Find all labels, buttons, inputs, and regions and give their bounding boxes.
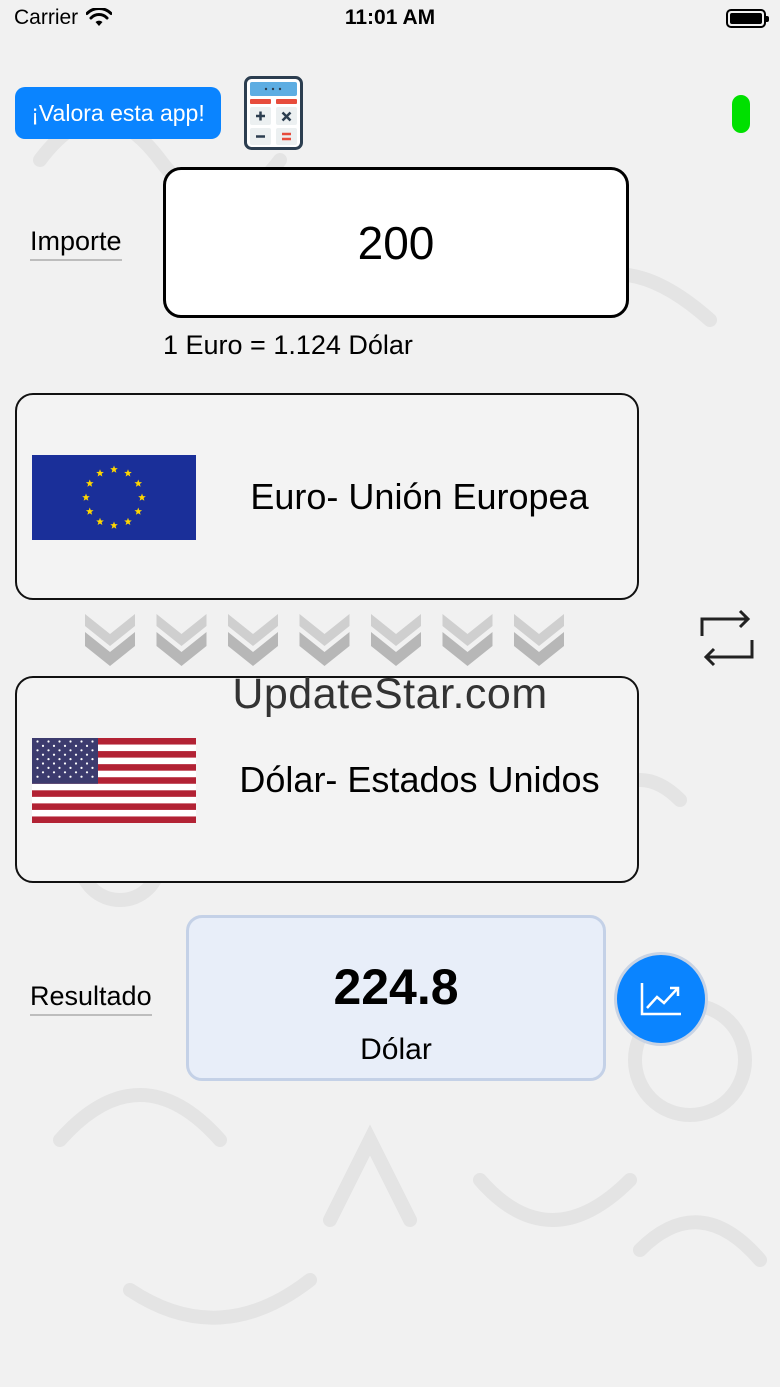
result-label[interactable]: Resultado bbox=[30, 981, 152, 1016]
chevron-down-icon bbox=[85, 614, 135, 666]
swap-icon[interactable] bbox=[698, 607, 756, 669]
result-value: 224.8 bbox=[333, 959, 459, 1015]
amount-input[interactable]: 200 bbox=[163, 167, 629, 318]
amount-label[interactable]: Importe bbox=[30, 226, 122, 261]
status-time: 11:01 AM bbox=[344, 6, 436, 29]
rate-app-button[interactable]: ¡Valora esta app! bbox=[15, 87, 221, 139]
chevron-down-icon bbox=[442, 614, 493, 666]
exchange-rate-text: 1 Euro = 1.124 Dólar bbox=[163, 330, 413, 360]
battery-icon bbox=[726, 9, 769, 28]
from-currency-name: Euro- Unión Europea bbox=[250, 475, 589, 517]
chevron-down-icon bbox=[156, 614, 207, 666]
chart-button[interactable] bbox=[614, 952, 708, 1046]
result-display: 224.8 Dólar bbox=[186, 915, 606, 1081]
watermark: UpdateStar.com bbox=[232, 670, 548, 718]
chevron-down-icon bbox=[228, 614, 278, 666]
status-bar: Carrier 11:01 AM bbox=[0, 0, 780, 40]
chevron-down-icon bbox=[299, 614, 350, 666]
trend-chart-icon bbox=[640, 983, 681, 1016]
from-currency-selector[interactable]: Euro- Unión Europea bbox=[15, 393, 639, 600]
status-indicator bbox=[732, 95, 750, 133]
conversion-direction-arrows bbox=[85, 614, 564, 666]
us-flag-icon bbox=[32, 738, 196, 823]
chevron-down-icon bbox=[514, 614, 564, 666]
chevron-down-icon bbox=[371, 614, 421, 666]
eu-flag-icon bbox=[32, 455, 196, 540]
calculator-icon[interactable] bbox=[244, 76, 303, 150]
result-unit: Dólar bbox=[360, 1033, 432, 1066]
